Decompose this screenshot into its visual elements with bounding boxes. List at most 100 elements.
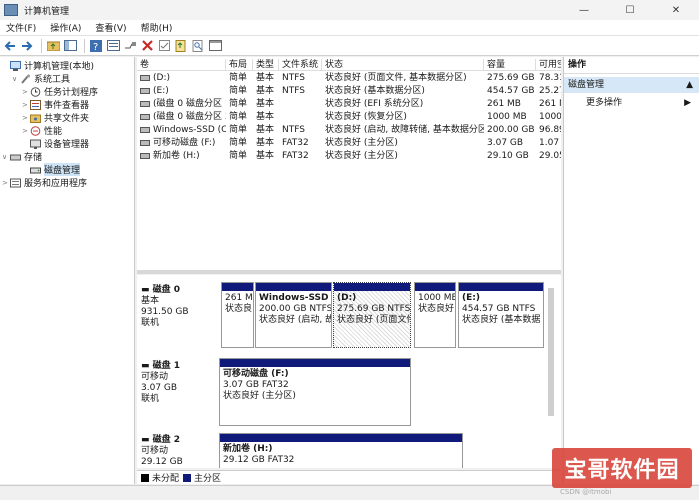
collapse-chevron-icon[interactable]: ∨ [2, 153, 10, 161]
clock-icon [30, 86, 41, 97]
performance-icon [30, 125, 41, 136]
column-header-volume[interactable]: 卷 [137, 59, 226, 70]
tree-item-system-tools[interactable]: ∨ 系统工具 [12, 72, 70, 85]
pane-splitter[interactable] [137, 270, 561, 274]
tree-item-disk-management[interactable]: 磁盘管理 [22, 163, 81, 176]
disk-name: 磁盘 1 [152, 361, 181, 371]
tree-item-label: 设备管理器 [44, 140, 90, 150]
volume-row[interactable]: 可移动磁盘 (F:) 简单 基本 FAT32 状态良好 (主分区) 3.07 G… [137, 137, 561, 150]
column-header-type[interactable]: 类型 [253, 59, 279, 70]
expand-chevron-icon[interactable]: > [22, 101, 30, 109]
tree-item-computer-management[interactable]: 计算机管理(本地) [2, 59, 94, 72]
tree-item-shared-folders[interactable]: > 共享文件夹 [22, 111, 90, 125]
menu-file[interactable]: 文件(F) [6, 21, 36, 34]
column-header-status[interactable]: 状态 [322, 59, 484, 70]
primary-partition-bar [334, 283, 410, 291]
volume-row[interactable]: Windows-SSD (C:) 简单 基本 NTFS 状态良好 (启动, 故障… [137, 124, 561, 137]
free-space-cell: 96.89 [539, 125, 561, 135]
actions-section-disk-management[interactable]: 磁盘管理 ▲ [564, 77, 699, 93]
expand-chevron-icon[interactable]: > [22, 127, 30, 135]
disk-2-info[interactable]: ▬ 磁盘 2 可移动 29.12 GB [141, 435, 217, 468]
expand-chevron-icon[interactable]: > [22, 114, 30, 122]
minimize-button[interactable]: — [561, 0, 607, 20]
menu-action[interactable]: 操作(A) [50, 21, 81, 34]
column-header-capacity[interactable]: 容量 [484, 59, 536, 70]
volume-name: 新加卷 (H:) [153, 151, 200, 161]
volume-row[interactable]: (D:) 简单 基本 NTFS 状态良好 (页面文件, 基本数据分区) 275.… [137, 72, 561, 85]
disk-map-scrollbar[interactable] [548, 288, 554, 416]
partition-h[interactable]: 新加卷 (H:) 29.12 GB FAT32 [219, 433, 463, 468]
volume-cell: (D:) [137, 72, 226, 85]
filesystem-cell [279, 98, 322, 111]
filesystem-cell: FAT32 [282, 151, 309, 161]
primary-partition-bar [220, 359, 410, 367]
back-arrow-icon[interactable] [3, 39, 17, 53]
capacity-cell: 29.10 GB [487, 151, 529, 161]
window-icon[interactable] [208, 39, 222, 53]
status-cell: 状态良好 (启动, 故障转储, 基本数据分区) [325, 125, 484, 135]
disk-0-info[interactable]: ▬ 磁盘 0 基本 931.50 GB 联机 [141, 285, 217, 329]
computer-icon [10, 60, 21, 71]
help-icon[interactable]: ? [89, 39, 103, 53]
check-icon[interactable] [157, 39, 171, 53]
partition-d[interactable]: (D:) 275.69 GB NTFS 状态良好 (页面文件 [333, 282, 411, 348]
status-cell: 状态良好 (恢复分区) [325, 112, 407, 122]
volume-row[interactable]: (E:) 简单 基本 NTFS 状态良好 (基本数据分区) 454.57 GB … [137, 85, 561, 98]
partition-recovery[interactable]: 1000 ME 状态良好 [414, 282, 456, 348]
tree-item-device-manager[interactable]: 设备管理器 [22, 137, 89, 150]
maximize-button[interactable]: ☐ [607, 0, 653, 20]
disk-1-info[interactable]: ▬ 磁盘 1 可移动 3.07 GB 联机 [141, 361, 217, 405]
type-cell: 基本 [256, 125, 275, 135]
legend: 未分配 主分区 [137, 470, 561, 484]
expand-chevron-icon[interactable]: > [22, 88, 30, 96]
column-header-free-space[interactable]: 可用空 [536, 59, 561, 70]
menu-view[interactable]: 查看(V) [95, 21, 126, 34]
tree-item-storage[interactable]: ∨ 存储 [2, 150, 42, 164]
properties-icon[interactable] [106, 39, 120, 53]
disk-size: 3.07 GB [141, 383, 178, 393]
partition-windows-ssd[interactable]: Windows-SSD (200.00 GB NTFS 状态良好 (启动, 故 [255, 282, 332, 348]
folder-up-icon[interactable] [46, 39, 60, 53]
status-cell: 状态良好 (页面文件, 基本数据分区) [325, 73, 467, 83]
partition-f[interactable]: 可移动磁盘 (F:) 3.07 GB FAT32 状态良好 (主分区) [219, 358, 411, 426]
status-cell: 状态良好 (EFI 系统分区) [325, 99, 424, 109]
volume-cell: (E:) [137, 85, 226, 98]
volume-name: Windows-SSD (C:) [153, 125, 226, 135]
export-icon[interactable] [174, 39, 188, 53]
primary-partition-bar [415, 283, 455, 291]
forward-arrow-icon[interactable] [20, 39, 34, 53]
tree-item-performance[interactable]: > 性能 [22, 124, 62, 137]
disk-status: 联机 [141, 394, 160, 404]
collapse-chevron-icon[interactable]: ∨ [12, 75, 20, 83]
volume-row[interactable]: (磁盘 0 磁盘分区 3) 简单 基本 状态良好 (恢复分区) 1000 MB … [137, 111, 561, 124]
tree-item-task-scheduler[interactable]: > 任务计划程序 [22, 85, 98, 98]
actions-section-label: 磁盘管理 [568, 80, 605, 90]
connect-icon[interactable] [123, 39, 137, 53]
more-actions-item[interactable]: 更多操作 ▶ [564, 95, 699, 111]
search-icon[interactable] [191, 39, 205, 53]
capacity-cell: 3.07 GB [487, 138, 524, 148]
tree-item-label: 共享文件夹 [44, 114, 90, 124]
column-header-filesystem[interactable]: 文件系统 [279, 59, 322, 70]
partition-efi[interactable]: 261 M 状态良 [221, 282, 254, 348]
delete-icon[interactable] [140, 39, 154, 53]
partition-e[interactable]: (E:) 454.57 GB NTFS 状态良好 (基本数据 [458, 282, 544, 348]
show-tree-icon[interactable] [63, 39, 77, 53]
title-bar: 计算机管理 — ☐ ✕ [0, 0, 699, 20]
tree-item-event-viewer[interactable]: > 事件查看器 [22, 98, 89, 111]
event-viewer-icon [30, 99, 41, 110]
expand-chevron-icon[interactable]: > [2, 179, 10, 187]
volume-row[interactable]: (磁盘 0 磁盘分区 1) 简单 基本 状态良好 (EFI 系统分区) 261 … [137, 98, 561, 111]
volume-icon [140, 152, 150, 159]
disk-size: 29.12 GB [141, 457, 183, 467]
partition-title: 可移动磁盘 (F:) [223, 369, 289, 379]
volume-row[interactable]: 新加卷 (H:) 简单 基本 FAT32 状态良好 (主分区) 29.10 GB… [137, 150, 561, 163]
collapse-up-icon[interactable]: ▲ [686, 77, 693, 93]
column-header-layout[interactable]: 布局 [226, 59, 253, 70]
menu-help[interactable]: 帮助(H) [141, 21, 173, 34]
disk-name: 磁盘 0 [152, 285, 181, 295]
close-button[interactable]: ✕ [653, 0, 699, 20]
volume-list: 卷 布局 类型 文件系统 状态 容量 可用空 (D:) 简单 基本 NTFS 状… [137, 57, 561, 270]
status-cell: 状态良好 (主分区) [325, 151, 398, 161]
tree-item-services-applications[interactable]: > 服务和应用程序 [2, 176, 87, 189]
